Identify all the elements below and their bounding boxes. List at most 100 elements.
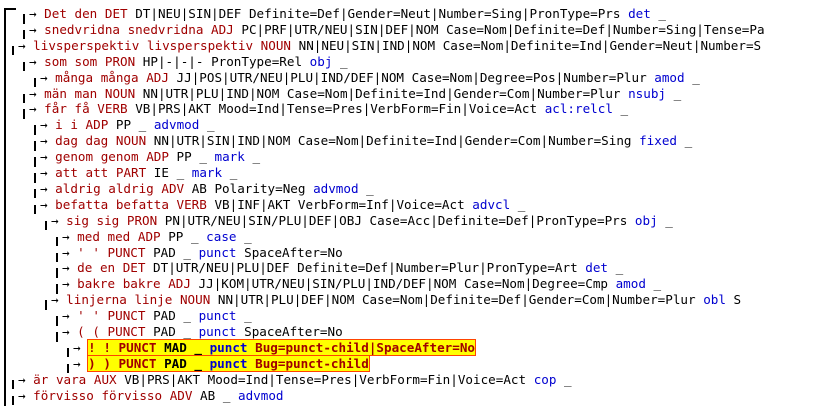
tree-branch-line [56,316,58,326]
token-xpos: PN|UTR/NEU|SIN/PLU|DEF|OBJ [164,212,362,228]
token-row: → många många ADJ JJ|POS|UTR/NEU|PLU|IND… [40,70,700,86]
token-form: ' [77,308,85,324]
token-text: många många ADJ JJ|POS|UTR/NEU|PLU|IND/D… [55,70,700,85]
token-lemma: den [74,6,98,21]
token-deprel: advmod [238,387,284,403]
token-form: bakre [77,276,116,292]
token-xpos: VB|INF|AKT [214,196,291,212]
token-feats: _ [183,324,191,339]
token-lemma: man [74,85,98,101]
token-form: ! [88,339,96,355]
token-form: ) [88,355,96,371]
tree-branch-line [34,141,36,151]
token-lemma: livsperspektiv [146,37,254,53]
token-row: → Det den DET DT|NEU|SIN|DEF Definite=De… [29,6,666,22]
token-deprel: case [206,228,237,244]
branch-arrow-icon: → [40,117,56,133]
token-misc: _ [620,101,629,117]
token-xpos: MAD [164,339,187,355]
token-form: ' [77,244,85,260]
token-xpos: VB|PRS|AKT [135,101,212,117]
token-row: → linjerna linje NOUN NN|UTR|PLU|DEF|NOM… [51,292,741,308]
token-deprel: advmod [153,117,200,133]
token-row: → ) ) PUNCT PAD _ punct Bug=punct-child [73,354,370,372]
token-upos: ADV [161,180,185,196]
token-xpos: PP [115,117,132,133]
token-form: genom [55,149,94,165]
branch-arrow-icon: → [62,244,78,260]
token-xpos: PC|PRF|UTR/NEU|SIN|DEF|NOM [241,21,439,37]
token-upos: VERB [97,101,128,117]
token-misc: SpaceAfter=No [244,324,343,339]
token-xpos: NN|UTR|SIN|IND|NOM [153,133,291,149]
token-lemma: ' [92,308,100,324]
token-lemma: ) [103,355,111,371]
token-form: aldrig [55,180,101,196]
branch-arrow-icon: → [62,276,78,292]
branch-arrow-icon: → [62,260,78,276]
tree-branch-line [56,268,58,278]
token-row: → aldrig aldrig ADV AB Polarity=Neg advm… [40,181,374,197]
token-misc: _ [206,117,215,133]
token-deprel: punct [209,355,248,371]
token-lemma: dag [85,133,109,149]
token-lemma: genom [100,149,139,165]
token-row: → ( ( PUNCT PAD _ punct SpaceAfter=No [62,324,343,340]
token-upos: PUNCT [107,308,146,324]
token-upos: PRON [126,212,158,228]
token-upos: PUNCT [107,324,146,339]
token-feats: _ [222,387,231,403]
tree-branch-line [23,93,25,104]
token-text: ( ( PUNCT PAD _ punct SpaceAfter=No [77,324,343,339]
branch-arrow-icon: → [29,6,45,21]
token-form: sig [66,212,89,228]
token-form: män [44,85,67,101]
token-deprel: det [585,260,609,276]
token-deprel: amod [615,276,646,292]
branch-arrow-icon: → [40,149,56,165]
branch-arrow-icon: → [40,180,56,196]
token-misc: Bug=punct-child [255,355,369,371]
token-upos: PUNCT [107,244,146,260]
tree-branch-line [34,188,36,199]
token-lemma: bakre [122,276,161,292]
branch-arrow-icon: → [62,324,78,339]
token-text: Det den DET DT|NEU|SIN|DEF Definite=Def|… [44,6,666,21]
tree-branch-line [67,347,69,358]
token-xpos: PAD [153,324,176,339]
token-text: de en DET DT|UTR/NEU|PLU|DEF Definite=De… [77,260,623,275]
token-upos: NOUN [104,85,136,101]
token-lemma: aldrig [108,180,154,196]
token-lemma: förvisso [101,387,163,403]
tree-branch-line [45,300,47,310]
token-misc: _ [229,165,238,180]
token-deprel: obl [703,292,726,308]
token-misc: _ [658,6,667,21]
tree-branch-line [45,220,47,231]
token-misc: _ [615,260,624,276]
token-xpos: JJ|KOM|UTR/NEU|SIN/PLU|IND/DEF|NOM [198,276,457,292]
tree-branch-line [56,332,58,342]
token-misc: _ [692,69,700,85]
token-feats: Mood=Ind|Tense=Pres|VerbForm=Fin|Voice=A… [207,371,527,387]
token-feats: Polarity=Neg [214,180,306,196]
token-upos: ADV [169,387,193,403]
tree-root-bracket-top [4,8,16,10]
token-misc: _ [517,196,526,212]
tree-branch-line [56,236,58,247]
token-row: → förvisso förvisso ADV AB _ advmod [18,388,291,404]
token-feats: _ [183,244,191,260]
token-feats: Mood=Ind|Tense=Pres|VerbForm=Fin|Voice=A… [218,101,538,117]
tree-branch-line [34,204,36,215]
token-lemma: många [100,69,139,85]
token-feats: Case=Nom|Definite=Def|Number=Sing|Tense=… [446,21,765,37]
token-row: → dag dag NOUN NN|UTR|SIN|IND|NOM Case=N… [40,133,692,149]
token-row: → får få VERB VB|PRS|AKT Mood=Ind|Tense=… [29,101,628,117]
branch-arrow-icon: → [29,53,45,69]
token-feats: Case=Nom|Degree=Cmp [463,276,608,292]
token-feats: Definite=Def|Number=Plur|PronType=Art [297,260,578,276]
token-row: → bakre bakre ADJ JJ|KOM|UTR/NEU|SIN/PLU… [62,276,661,292]
token-text: bakre bakre ADJ JJ|KOM|UTR/NEU|SIN/PLU|I… [77,276,661,291]
tree-branch-line [12,395,14,406]
token-deprel: mark [214,149,245,165]
